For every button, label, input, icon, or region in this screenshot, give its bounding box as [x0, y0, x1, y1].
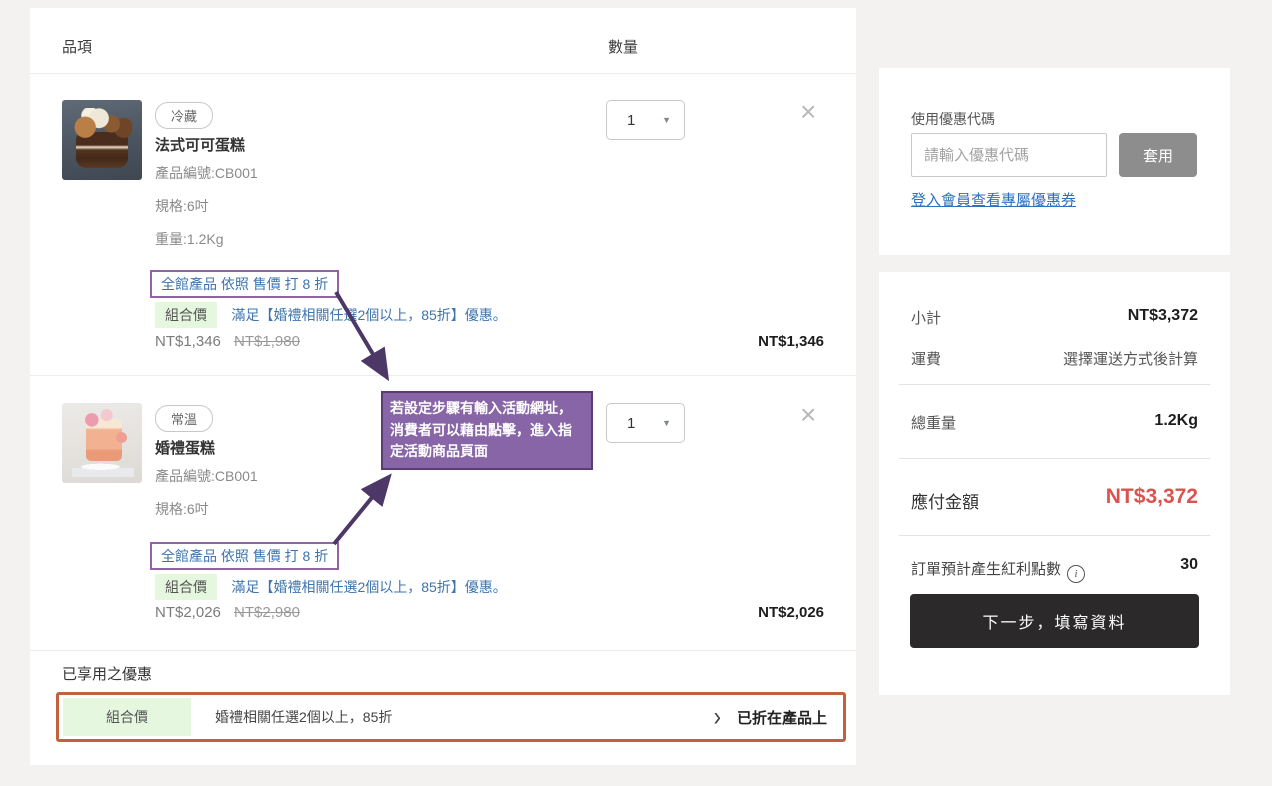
cart-table-header: 品項 數量 — [30, 8, 856, 74]
caret-down-icon: ▼ — [662, 115, 671, 125]
combo-price-badge: 組合價 — [155, 574, 217, 600]
line-total: NT$2,026 — [758, 604, 824, 621]
product-name[interactable]: 婚禮蛋糕 — [155, 437, 215, 458]
bonus-points-label: 訂單預計產生紅利點數 i — [911, 558, 1085, 583]
product-image[interactable] — [62, 100, 142, 180]
info-icon[interactable]: i — [1067, 565, 1085, 583]
storage-temp-badge: 常溫 — [155, 405, 213, 432]
section-divider — [30, 650, 856, 651]
remove-item-icon[interactable]: × — [800, 98, 816, 126]
original-price: NT$2,980 — [234, 604, 300, 621]
combo-discount-row: 組合價 滿足【婚禮相關任選2個以上，85折】優惠。 — [155, 574, 507, 600]
order-summary-panel: 小計 NT$3,372 運費 選擇運送方式後計算 總重量 1.2Kg 應付金額 … — [879, 272, 1230, 695]
storewide-discount-link[interactable]: 全館產品 依照 售價 打 8 折 — [150, 542, 339, 570]
annotation-callout: 若設定步驟有輸入活動網址，消費者可以藉由點擊，進入指定活動商品頁面 — [381, 391, 593, 470]
coupon-input[interactable] — [911, 133, 1107, 177]
combo-price-badge: 組合價 — [63, 698, 191, 736]
storage-temp-badge: 冷藏 — [155, 102, 213, 129]
summary-divider — [899, 458, 1210, 459]
item-column-header: 品項 — [62, 36, 92, 57]
next-step-button[interactable]: 下一步，填寫資料 — [910, 594, 1199, 648]
combo-discount-link[interactable]: 滿足【婚禮相關任選2個以上，85折】優惠。 — [231, 579, 506, 595]
price-row: NT$2,026 NT$2,980 — [155, 604, 300, 621]
payable-value: NT$3,372 — [1106, 485, 1198, 509]
summary-divider — [899, 535, 1210, 536]
cart-item-french-cocoa-cake: 冷藏 法式可可蛋糕 產品編號:CB001 規格:6吋 重量:1.2Kg 全館產品… — [30, 100, 856, 375]
bonus-points-text: 訂單預計產生紅利點數 — [911, 561, 1061, 578]
applied-promos-title: 已享用之優惠 — [62, 663, 152, 684]
combo-discount-link[interactable]: 滿足【婚禮相關任選2個以上，85折】優惠。 — [231, 307, 506, 323]
total-weight-value: 1.2Kg — [1154, 412, 1198, 430]
caret-down-icon: ▼ — [662, 418, 671, 428]
product-name[interactable]: 法式可可蛋糕 — [155, 134, 245, 155]
shipping-label: 運費 — [911, 348, 941, 369]
product-code: 產品編號:CB001 — [155, 163, 258, 183]
product-spec: 規格:6吋 — [155, 499, 209, 519]
coupon-label: 使用優惠代碼 — [911, 109, 995, 129]
quantity-value: 1 — [627, 112, 635, 129]
original-price: NT$1,980 — [234, 333, 300, 350]
quantity-select[interactable]: 1 ▼ — [606, 403, 685, 443]
total-weight-label: 總重量 — [911, 412, 956, 433]
subtotal-value: NT$3,372 — [1128, 307, 1198, 325]
subtotal-label: 小計 — [911, 307, 941, 328]
combo-discount-row: 組合價 滿足【婚禮相關任選2個以上，85折】優惠。 — [155, 302, 507, 328]
qty-column-header: 數量 — [608, 36, 638, 57]
product-weight: 重量:1.2Kg — [155, 229, 223, 249]
item-divider — [30, 375, 856, 376]
cart-panel: 品項 數量 冷藏 法式可可蛋糕 產品編號:CB001 規格:6吋 重量:1.2K… — [30, 8, 856, 765]
price-row: NT$1,346 NT$1,980 — [155, 333, 300, 350]
chevron-right-icon[interactable]: › — [714, 704, 721, 730]
product-image[interactable] — [62, 403, 142, 483]
storewide-discount-link[interactable]: 全館產品 依照 售價 打 8 折 — [150, 270, 339, 298]
summary-divider — [899, 384, 1210, 385]
remove-item-icon[interactable]: × — [800, 401, 816, 429]
product-code: 產品編號:CB001 — [155, 466, 258, 486]
line-total: NT$1,346 — [758, 333, 824, 350]
applied-promo-row[interactable]: 組合價 婚禮相關任選2個以上，85折 › 已折在產品上 — [56, 692, 846, 742]
discounted-price: NT$2,026 — [155, 604, 221, 621]
promo-status: 已折在產品上 — [737, 707, 827, 728]
promo-description: 婚禮相關任選2個以上，85折 — [215, 707, 714, 727]
apply-coupon-button[interactable]: 套用 — [1119, 133, 1197, 177]
quantity-value: 1 — [627, 415, 635, 432]
payable-label: 應付金額 — [911, 488, 979, 513]
combo-price-badge: 組合價 — [155, 302, 217, 328]
coupon-panel: 使用優惠代碼 套用 登入會員查看專屬優惠券 — [879, 68, 1230, 255]
bonus-points-value: 30 — [1180, 556, 1198, 574]
shipping-value: 選擇運送方式後計算 — [1063, 348, 1198, 369]
product-spec: 規格:6吋 — [155, 196, 209, 216]
discounted-price: NT$1,346 — [155, 333, 221, 350]
member-coupons-link[interactable]: 登入會員查看專屬優惠券 — [911, 189, 1076, 210]
quantity-select[interactable]: 1 ▼ — [606, 100, 685, 140]
